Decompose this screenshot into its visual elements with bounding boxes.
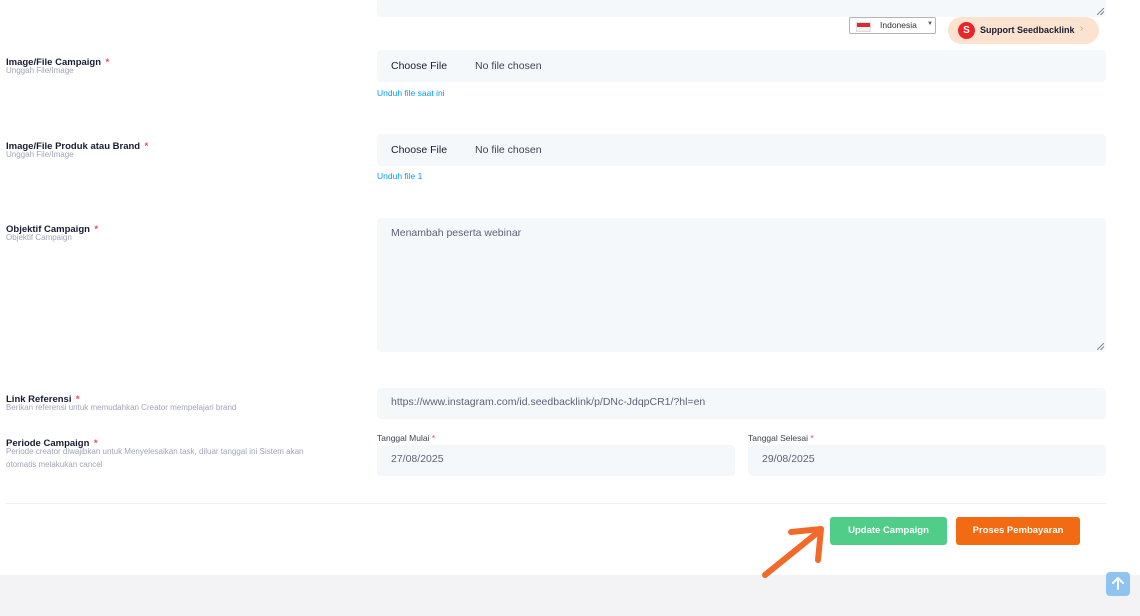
file-status: No file chosen [475,60,542,72]
arrow-up-icon [1112,577,1124,590]
arrow-annotation-icon [762,526,824,578]
start-date-value: 27/08/2025 [391,453,444,465]
support-seedbacklink-button[interactable]: S Support Seedbacklink › [948,17,1099,44]
start-date-input[interactable]: 27/08/2025 [377,445,735,476]
objective-hint: Objektif Campaign [6,233,72,242]
resize-grip-icon[interactable] [1097,8,1104,15]
objective-textarea[interactable]: Menambah peserta webinar [377,218,1106,352]
flag-indonesia-icon [856,22,871,32]
reference-hint: Berikan referensi untuk memudahkan Creat… [6,403,237,412]
update-campaign-button[interactable]: Update Campaign [830,517,947,545]
scroll-top-button[interactable] [1106,572,1130,596]
product-image-file-input[interactable]: Choose File No file chosen [377,134,1106,166]
period-hint-line-1: Periode creator diwajibkan untuk Menyele… [6,447,304,456]
period-hint-line-2: otomatis melakukan cancel [6,460,103,469]
form-divider [6,503,1106,504]
end-date-label: Tanggal Selesai * [748,433,814,443]
end-date-value: 29/08/2025 [762,453,815,465]
reference-value: https://www.instagram.com/id.seedbacklin… [391,396,706,408]
language-label: Indonesia [880,20,917,30]
file-status: No file chosen [475,144,542,156]
reference-link-input[interactable]: https://www.instagram.com/id.seedbacklin… [377,388,1106,419]
campaign-form-card: Indonesia ▼ S Support Seedbacklink › Ima… [0,0,1140,578]
campaign-image-file-input[interactable]: Choose File No file chosen [377,50,1106,82]
campaign-image-hint: Unggah File/Image [6,66,74,75]
objective-value: Menambah peserta webinar [391,227,522,239]
chevron-right-icon: › [1080,23,1084,34]
start-date-label: Tanggal Mulai * [377,433,436,443]
caret-down-icon: ▼ [927,21,933,27]
support-label: Support Seedbacklink [980,25,1075,35]
end-date-input[interactable]: 29/08/2025 [748,445,1106,476]
download-file-1-link[interactable]: Unduh file 1 [377,171,422,181]
choose-file-button[interactable]: Choose File [391,134,447,166]
choose-file-button[interactable]: Choose File [391,50,447,82]
product-image-hint: Unggah File/Image [6,150,74,159]
previous-textarea[interactable] [377,0,1106,17]
resize-grip-icon[interactable] [1097,343,1104,350]
seedbacklink-logo-icon: S [958,22,975,39]
proses-pembayaran-button[interactable]: Proses Pembayaran [956,517,1080,545]
language-select[interactable]: Indonesia ▼ [849,17,936,34]
download-current-file-link[interactable]: Unduh file saat ini [377,88,445,98]
